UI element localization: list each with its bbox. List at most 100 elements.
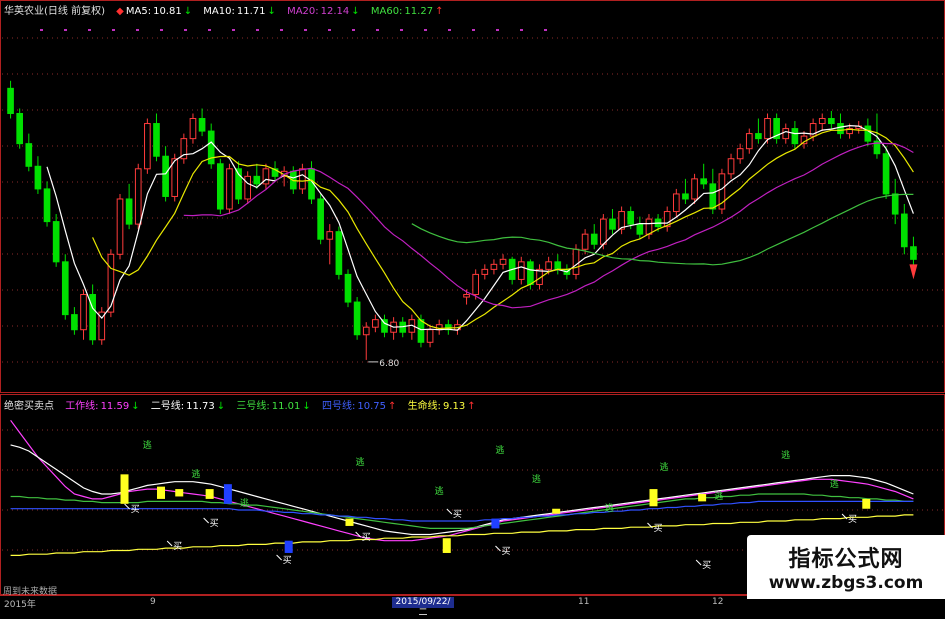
ma20-value: 12.14	[320, 6, 350, 17]
candle-body-71	[645, 218, 653, 235]
indicator-line-4	[10, 500, 914, 522]
watermark-badge: 指标公式网 www.zbgs3.com	[747, 535, 945, 599]
line1-arrow: ↓	[131, 401, 140, 412]
ma5-line	[46, 124, 914, 331]
footer-note: 周到未来数据	[3, 587, 58, 597]
candle-body-8	[71, 314, 78, 331]
line3-label: 三号线:	[236, 401, 270, 412]
stock-title: 华英农业(日线 前复权)	[4, 6, 105, 17]
footer-date-cursor: 2015/09/22/二	[392, 597, 454, 618]
candle-body-58	[527, 261, 534, 285]
candle-body-39	[353, 301, 361, 336]
ma10-arrow: ↓	[267, 6, 276, 17]
sell-marker-10: 逃	[714, 490, 723, 502]
candle-body-37	[335, 231, 343, 275]
line5-arrow: ↑	[467, 401, 476, 412]
candle-body-97	[882, 153, 890, 195]
candle-body-17	[153, 123, 160, 157]
yellow-signal-bar-1	[120, 474, 129, 504]
candle-body-27	[244, 175, 252, 200]
ma60-value: 11.27	[404, 6, 434, 17]
candle-body-33	[299, 168, 306, 190]
candle-body-18	[162, 155, 169, 197]
line3-arrow: ↓	[302, 401, 311, 412]
stock-chart-window: 6.80买买买买买买买买买买买买逃逃逃逃逃逃逃逃逃逃逃逃 华英农业(日线 前复权…	[0, 0, 945, 618]
candle-body-7	[61, 261, 69, 316]
buy-marker-5: 买	[362, 532, 371, 543]
ma20-arrow: ↓	[351, 6, 360, 17]
candle-body-66	[600, 218, 607, 245]
candle-body-60	[545, 261, 552, 270]
candle-body-75	[682, 193, 689, 200]
line5-value: 9.13	[442, 401, 466, 412]
buy-marker-7: 买	[501, 546, 510, 557]
buy-marker-2: 买	[173, 541, 182, 552]
footer-year: 2015年	[4, 600, 36, 610]
candle-body-54	[490, 263, 498, 270]
indicator-panel-header: 绝密买卖点 工作线: 11.59 ↓ 二号线: 11.73 ↓ 三号线: 11.01 ↓ 四…	[4, 397, 484, 412]
line2-label: 二号线:	[150, 401, 185, 412]
candle-body-6	[52, 221, 60, 263]
footer-tick-9: 9	[150, 597, 156, 607]
ma5-arrow: ↓	[183, 6, 193, 17]
sell-marker-6: 逃	[495, 444, 504, 456]
candle-body-86	[782, 128, 790, 140]
yellow-signal-bar-3	[175, 489, 184, 497]
buy-marker-4: 买	[283, 555, 292, 566]
ma10-readout: MA10: 11.71 ↓	[203, 6, 279, 17]
candle-body-14	[125, 198, 133, 225]
low-price-label: 6.80	[379, 359, 399, 369]
buy-marker-arrow-3	[203, 517, 209, 524]
candle-body-98	[891, 193, 899, 215]
line4-value: 10.75	[357, 401, 386, 412]
candle-body-55	[499, 258, 507, 265]
sell-marker-3: 逃	[240, 497, 249, 509]
yellow-signal-bar-8	[649, 489, 658, 507]
ma20-readout: MA20: 12.14 ↓	[287, 6, 363, 17]
sell-marker-2: 逃	[191, 468, 200, 480]
candle-body-10	[89, 294, 96, 341]
buy-marker-6: 买	[453, 509, 462, 520]
buy-marker-arrow-2	[166, 540, 173, 547]
candle-body-28	[253, 175, 261, 185]
candle-body-95	[864, 125, 872, 142]
candle-body-74	[672, 193, 680, 213]
line5-readout: 生命线: 9.13 ↑	[408, 401, 476, 412]
line2-arrow: ↓	[216, 401, 226, 412]
candle-body-78	[709, 183, 717, 210]
buy-marker-arrow-9	[695, 559, 702, 566]
candle-body-80	[727, 158, 735, 175]
yellow-signal-bar-4	[205, 489, 214, 499]
ma10-line	[92, 128, 914, 330]
buy-marker-9: 买	[702, 560, 711, 571]
candle-body-2	[16, 112, 24, 145]
candle-body-84	[764, 118, 771, 140]
sell-marker-8: 逃	[605, 502, 614, 514]
candle-body-53	[481, 268, 489, 275]
candle-body-22	[198, 118, 206, 132]
indicator-name: 绝密买卖点	[4, 401, 54, 412]
sell-marker-4: 逃	[356, 456, 365, 468]
candle-body-63	[572, 248, 580, 275]
line5-label: 生命线:	[407, 401, 441, 412]
line4-readout: 四号线: 10.75 ↑	[322, 401, 396, 412]
ma5-marker-icon: ◆	[116, 6, 124, 17]
candle-body-77	[700, 178, 708, 185]
buy-marker-1: 买	[131, 504, 140, 515]
candle-body-3	[25, 143, 33, 167]
last-candle-arrow-icon	[909, 264, 918, 280]
yellow-signal-bar-9	[698, 494, 707, 502]
candle-body-61	[554, 261, 562, 270]
candle-body-24	[216, 163, 224, 210]
ma60-arrow: ↑	[435, 6, 444, 17]
ma10-value: 11.71	[236, 6, 266, 17]
candle-body-38	[344, 273, 352, 303]
candle-body-87	[791, 128, 799, 145]
candle-body-36	[326, 231, 334, 240]
indicator-line-3	[10, 493, 914, 529]
sell-marker-9: 逃	[660, 461, 669, 473]
footer-tick-12: 12	[712, 597, 724, 607]
buy-marker-11: 买	[848, 514, 857, 525]
candle-body-91	[828, 118, 835, 125]
buy-marker-8: 买	[653, 523, 662, 534]
